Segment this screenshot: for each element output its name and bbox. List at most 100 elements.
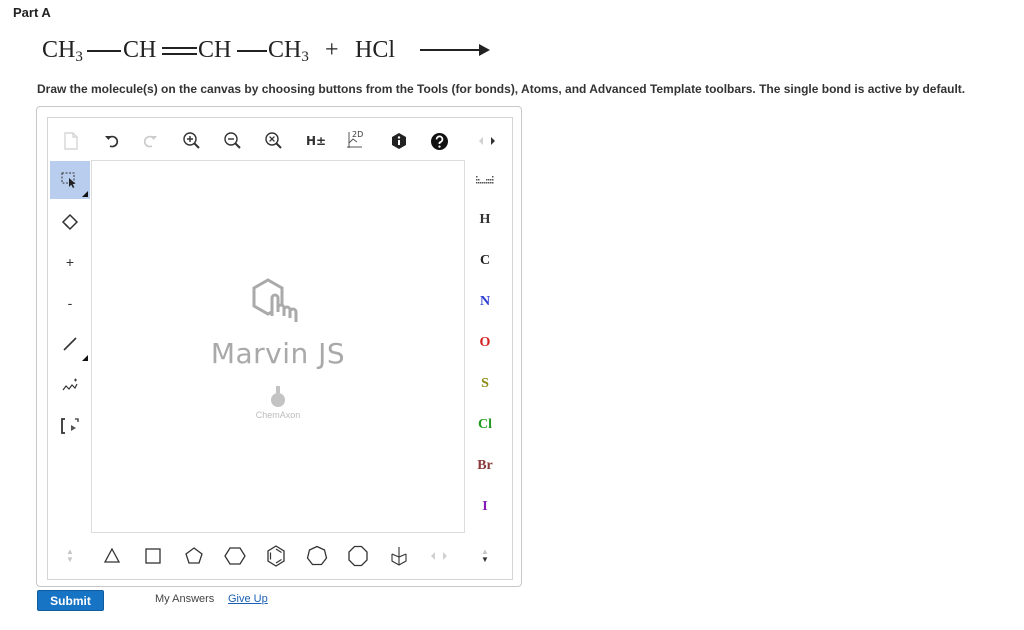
atom-c-label: C [479, 253, 491, 268]
part-title: Part A [13, 5, 51, 20]
redo-button[interactable] [135, 123, 165, 159]
template-cyclobutane-button[interactable] [135, 537, 171, 575]
equation-ch-2: CH [198, 37, 232, 63]
equation-ch-1: CH [123, 37, 157, 63]
template-cycloheptane-button[interactable] [299, 537, 335, 575]
drawing-canvas[interactable]: Marvin JS ChemAxon [91, 160, 465, 533]
atom-n-label: N [479, 294, 491, 309]
equation-hcl: HCl [355, 37, 396, 63]
marvin-editor: H± 2D + - Marvin JS ChemAxon H C N O S C… [47, 117, 513, 580]
atom-c-button[interactable]: C [470, 245, 500, 277]
scroll-right-icon [491, 137, 495, 145]
single-bond-line [237, 50, 267, 52]
info-button[interactable] [384, 123, 414, 159]
template-cyclopropane-button[interactable] [94, 537, 130, 575]
template-benzene-button[interactable] [258, 537, 294, 575]
atom-br-label: Br [477, 458, 493, 473]
atom-o-label: O [479, 335, 491, 350]
new-document-icon [64, 132, 78, 150]
atom-h-label: H [479, 212, 491, 227]
my-answers-link[interactable]: My Answers [155, 593, 214, 605]
submit-button[interactable]: Submit [37, 590, 104, 611]
marvin-logo-icon [252, 278, 298, 322]
redo-icon [143, 135, 157, 148]
periodic-table-icon [476, 176, 494, 184]
instructions-text: Draw the molecule(s) on the canvas by ch… [37, 82, 966, 96]
chain-tool-button[interactable] [50, 366, 90, 404]
scroll-updown-icon: ▲ ▼ [481, 547, 489, 564]
clean-2d-button[interactable]: 2D [342, 123, 372, 159]
template-bicyclo-button[interactable] [381, 537, 417, 575]
bicyclo-template-icon [391, 547, 407, 566]
scroll-right-icon [443, 552, 447, 560]
equation-plus: + [325, 37, 339, 63]
top-toolbar-scroll[interactable] [472, 123, 502, 159]
eraser-tool-button[interactable] [50, 203, 90, 241]
atom-n-button[interactable]: N [470, 286, 500, 318]
scroll-left-icon [431, 552, 435, 560]
give-up-link[interactable]: Give Up [228, 593, 268, 605]
canvas-brand: ChemAxon [255, 410, 301, 420]
template-scroll[interactable] [424, 537, 454, 575]
negative-charge-button[interactable]: - [50, 284, 90, 322]
reaction-equation: CH3 CH CH CH3 + HCl [42, 34, 512, 66]
atom-i-button[interactable]: I [470, 491, 500, 523]
cyclooctane-icon [348, 545, 368, 567]
atom-s-label: S [481, 376, 489, 391]
zoom-reset-button[interactable] [259, 123, 289, 159]
single-bond-line [87, 50, 121, 52]
cyclohexane-icon [224, 547, 246, 565]
bracket-icon [61, 418, 79, 434]
eraser-icon [61, 213, 79, 231]
scroll-updown-icon: ▲ ▼ [66, 547, 74, 564]
single-bond-icon [63, 337, 77, 351]
zoom-out-button[interactable] [218, 123, 248, 159]
bracket-tool-button[interactable] [50, 407, 90, 445]
help-icon [430, 132, 448, 150]
info-icon [392, 133, 406, 149]
positive-charge-button[interactable]: + [50, 243, 90, 281]
atom-i-label: I [482, 499, 488, 514]
explicit-hydrogens-icon: H± [305, 134, 327, 148]
double-bond-line [162, 46, 197, 56]
cycloheptane-icon [306, 545, 328, 566]
periodic-table-button[interactable] [470, 164, 500, 196]
reaction-arrow [420, 44, 490, 56]
submenu-indicator-icon [82, 355, 88, 361]
template-cyclooctane-button[interactable] [340, 537, 376, 575]
atom-cl-button[interactable]: Cl [470, 409, 500, 441]
cyclobutane-icon [145, 548, 161, 564]
help-button[interactable] [424, 123, 454, 159]
submenu-indicator-icon [82, 191, 88, 197]
undo-button[interactable] [97, 123, 127, 159]
selection-icon [61, 172, 76, 188]
atom-cl-label: Cl [478, 417, 492, 432]
new-document-button[interactable] [56, 123, 86, 159]
zoom-reset-icon [265, 132, 282, 149]
chain-icon [62, 378, 78, 391]
equation-ch3-right: CH3 [268, 37, 309, 65]
zoom-in-icon [183, 132, 200, 149]
single-bond-button[interactable] [50, 325, 90, 363]
left-toolbar-scroll[interactable]: ▲ ▼ [56, 537, 84, 575]
atom-s-button[interactable]: S [470, 368, 500, 400]
template-cyclohexane-button[interactable] [217, 537, 253, 575]
negative-charge-icon: - [67, 295, 73, 311]
positive-charge-icon: + [65, 254, 75, 270]
atom-h-button[interactable]: H [470, 204, 500, 236]
zoom-in-button[interactable] [177, 123, 207, 159]
zoom-out-icon [224, 132, 241, 149]
cyclopropane-icon [103, 547, 121, 563]
clean-2d-icon: 2D [346, 130, 368, 152]
equation-ch3-left: CH3 [42, 37, 83, 65]
cyclopentane-icon [185, 547, 203, 564]
atom-o-button[interactable]: O [470, 327, 500, 359]
template-cyclopentane-button[interactable] [176, 537, 212, 575]
chemaxon-logo-icon [271, 386, 285, 407]
canvas-title: Marvin JS [210, 337, 346, 370]
benzene-icon [267, 545, 285, 567]
selection-tool-button[interactable] [50, 161, 90, 199]
explicit-hydrogens-button[interactable]: H± [301, 123, 331, 159]
atom-br-button[interactable]: Br [470, 450, 500, 482]
atoms-toolbar-scroll[interactable]: ▲ ▼ [470, 537, 500, 575]
